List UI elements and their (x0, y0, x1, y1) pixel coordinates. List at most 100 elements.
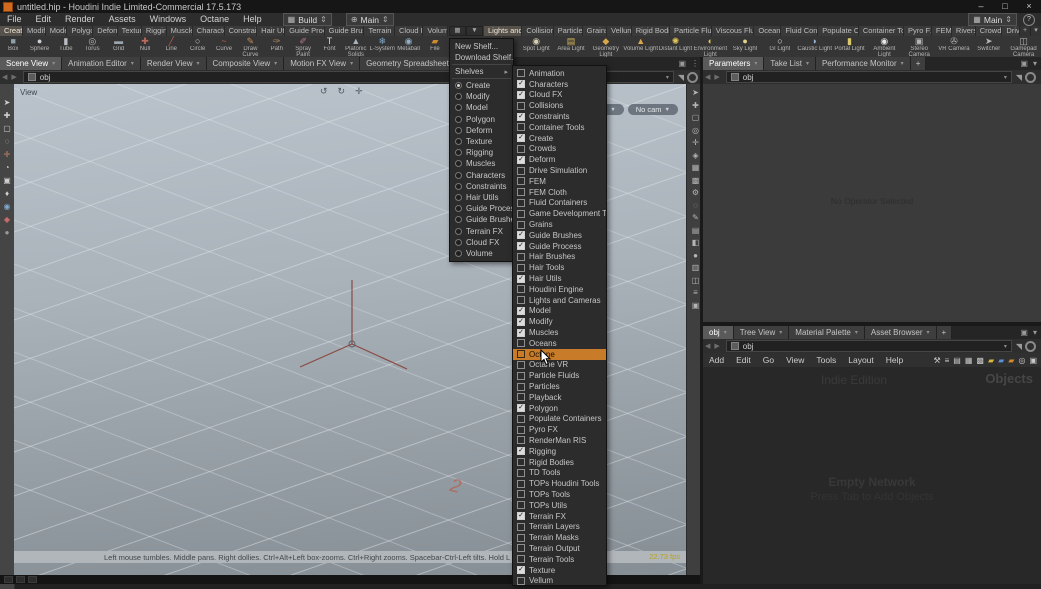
tool-null[interactable]: ✚Null (132, 36, 158, 57)
pane-split-icon[interactable]: ▣ (1020, 328, 1028, 337)
shelf-check-modify[interactable]: ✓Modify (513, 316, 606, 327)
shelf-tab-modify[interactable]: Modify (23, 26, 46, 36)
tool-spot-light[interactable]: ◉Spot Light (519, 36, 554, 57)
shelf-check-vellum[interactable]: Vellum (513, 575, 606, 586)
menu-help[interactable]: Help (236, 13, 269, 26)
shelf-tab-menu-icon[interactable]: ▾ (1030, 26, 1041, 36)
shelf-check-muscles[interactable]: ✓Muscles (513, 327, 606, 338)
shelf-tab-rigging[interactable]: Rigging (142, 26, 167, 36)
shelf-check-characters[interactable]: ✓Characters (513, 79, 606, 90)
options-list-icon[interactable]: ≡ (693, 288, 698, 297)
radio-item-rigging[interactable]: Rigging (450, 147, 513, 158)
shelf-tab-fluid-contai[interactable]: Fluid Contai (781, 26, 818, 36)
key-icon[interactable]: ◆ (4, 215, 10, 224)
main-desktop-selector[interactable]: ▦ Main ⇕ (968, 13, 1017, 26)
shelf-tab-guide-process[interactable]: Guide Process (285, 26, 325, 36)
playbar-button[interactable] (28, 576, 37, 583)
shelf-set-menu-button[interactable]: ▦ ▼ (449, 26, 483, 36)
tool-switcher[interactable]: ➤Switcher (971, 36, 1006, 57)
shelf-tab-vellum[interactable]: Vellum (607, 26, 632, 36)
radio-item-cloud-fx[interactable]: Cloud FX (450, 237, 513, 248)
tool-environment-light[interactable]: ◐Environment Light (693, 36, 728, 57)
tool-curve[interactable]: ~Curve (211, 36, 237, 57)
radio-item-constraints[interactable]: Constraints (450, 181, 513, 192)
shelf-check-hair-tools[interactable]: Hair Tools (513, 262, 606, 273)
back-icon[interactable]: ◀ (705, 342, 710, 350)
shelf-tab-hair-utils[interactable]: Hair Utils (257, 26, 285, 36)
shade-mode-icon[interactable]: ▩ (692, 176, 700, 185)
radio-item-create[interactable]: Create (450, 80, 513, 91)
network-editor-canvas[interactable]: Indie Edition Objects Empty Network Pres… (703, 367, 1041, 584)
radio-item-hair-utils[interactable]: Hair Utils (450, 192, 513, 203)
shelf-check-pyro-fx[interactable]: Pyro FX (513, 424, 606, 435)
tool-gamepad-camera[interactable]: ◫Gamepad Camera (1006, 36, 1041, 57)
home-view-icon[interactable]: ✛ (355, 86, 363, 97)
tool-sphere[interactable]: ●Sphere (26, 36, 52, 57)
pane-tab-asset-browser[interactable]: Asset Browser▾ (865, 326, 937, 339)
tool-tube[interactable]: ▮Tube (53, 36, 79, 57)
pane-tab-geometry-spreadsheet[interactable]: Geometry Spreadsheet▾ (360, 57, 463, 70)
maximize-button[interactable]: □ (993, 0, 1017, 13)
shelf-tab-create[interactable]: Create (0, 26, 23, 36)
close-button[interactable]: × (1017, 0, 1041, 13)
normals-display-icon[interactable]: ▥ (692, 263, 700, 272)
shelf-tab-cloud-fx[interactable]: Cloud FX (395, 26, 423, 36)
network-menu-view[interactable]: View (780, 355, 810, 365)
shelf-check-tops-houdini-tools[interactable]: TOPs Houdini Tools (513, 478, 606, 489)
shelf-check-lights-and-cameras[interactable]: Lights and Cameras (513, 295, 606, 306)
minimize-button[interactable]: – (969, 0, 993, 13)
network-tools-icon[interactable]: ⚒ (933, 356, 940, 365)
shelf-tab-grains[interactable]: Grains (583, 26, 607, 36)
rotate-icon[interactable]: ◔ (5, 163, 10, 172)
shelf-check-grains[interactable]: Grains (513, 219, 606, 230)
tool-path[interactable]: ✑Path (264, 36, 290, 57)
select-mode-icon[interactable]: ➤ (692, 88, 699, 97)
radio-item-model[interactable]: Model (450, 102, 513, 113)
shelf-check-renderman-ris[interactable]: RenderMan RIS (513, 435, 606, 446)
help-icon[interactable]: ? (1023, 14, 1035, 26)
radio-item-volume[interactable]: Volume (450, 248, 513, 259)
find-node-icon[interactable]: ◎ (1018, 356, 1025, 365)
shelf-tab-polygon[interactable]: Polygon (67, 26, 93, 36)
edit-mode-icon[interactable]: ✎ (692, 213, 699, 222)
menu-octane[interactable]: Octane (193, 13, 236, 26)
radio-item-guide-process[interactable]: Guide Process (450, 203, 513, 214)
chevron-down-icon[interactable]: ▾ (666, 74, 669, 81)
pane-split-icon[interactable]: ▣ (1020, 59, 1028, 68)
shelf-check-tops-tools[interactable]: TOPs Tools (513, 489, 606, 500)
network-menu-help[interactable]: Help (880, 355, 909, 365)
shelf-check-terrain-tools[interactable]: Terrain Tools (513, 554, 606, 565)
display-options-icon[interactable]: ⚙ (692, 188, 699, 197)
shelf-check-terrain-output[interactable]: Terrain Output (513, 543, 606, 554)
radial-menu-selector[interactable]: ⊕ Main ⇕ (346, 13, 394, 26)
chevron-down-icon[interactable]: ▾ (1004, 343, 1007, 350)
menu-assets[interactable]: Assets (102, 13, 143, 26)
snap-icon[interactable]: ◉ (4, 202, 11, 211)
shelf-tab-fem[interactable]: FEM (932, 26, 952, 36)
shelf-check-hair-utils[interactable]: ✓Hair Utils (513, 273, 606, 284)
menu-edit[interactable]: Edit (29, 13, 59, 26)
handles-icon[interactable]: ✛ (692, 138, 699, 147)
shelf-check-constraints[interactable]: ✓Constraints (513, 111, 606, 122)
shelf-tab-pyro-fx[interactable]: Pyro FX (904, 26, 932, 36)
back-icon[interactable]: ◀ (2, 73, 7, 81)
shelf-tab-crowds[interactable]: Crowds (976, 26, 1003, 36)
camera-lock-icon[interactable]: ◫ (692, 276, 700, 285)
pane-tab-obj[interactable]: obj▾ (703, 326, 734, 339)
shelf-tab-particles[interactable]: Particles (554, 26, 583, 36)
pane-tab-performance-monitor[interactable]: Performance Monitor▾ (816, 57, 911, 70)
shelf-tab-volume[interactable]: Volume (423, 26, 448, 36)
network-menu-tools[interactable]: Tools (810, 355, 842, 365)
shelf-tab-container-tools[interactable]: Container Tools (859, 26, 904, 36)
points-display-icon[interactable]: ● (693, 251, 698, 260)
link-ring-icon[interactable] (1025, 72, 1036, 83)
tool-grid[interactable]: ▬Grid (105, 36, 131, 57)
pane-tab-take-list[interactable]: Take List▾ (764, 57, 816, 70)
shelf-tab-model[interactable]: Model (46, 26, 68, 36)
chevron-down-icon[interactable]: ▾ (1004, 74, 1007, 81)
forward-icon[interactable]: ▶ (11, 73, 16, 81)
tool-distant-light[interactable]: ✺Distant Light (658, 36, 693, 57)
wire-shaded-icon[interactable]: ◧ (692, 238, 700, 247)
parameters-path-field[interactable]: obj ▾ (726, 71, 1012, 83)
pane-tab-motion-fx-view[interactable]: Motion FX View▾ (284, 57, 360, 70)
